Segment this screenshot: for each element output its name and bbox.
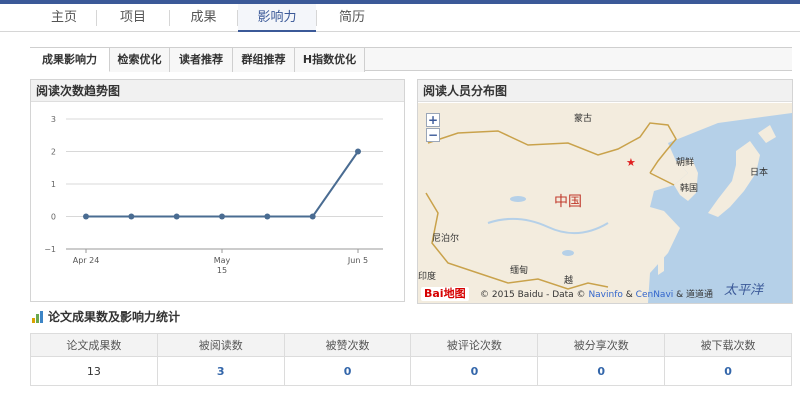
header-download-count: 被下载次数 — [664, 333, 792, 357]
copyright-amp: & — [625, 290, 633, 300]
map-label-myanmar: 缅甸 — [510, 266, 529, 276]
chart-y-tick-label: 3 — [51, 115, 56, 124]
stats-title: 论文成果数及影响力统计 — [48, 310, 181, 324]
map-label-pacific: 太平洋 — [724, 283, 764, 298]
lake — [510, 196, 526, 202]
chart-data-point — [219, 213, 225, 220]
header-share-count: 被分享次数 — [537, 333, 666, 357]
map-copyright: © 2015 Baidu - Data © Navinfo & CenNavi … — [480, 287, 713, 300]
map-label-mongolia: 蒙古 — [574, 114, 593, 124]
chart-x-tick-label: Jun 5 — [347, 256, 368, 265]
chart-x-tick-label: 15 — [217, 266, 227, 275]
tab-h-index-optimization[interactable]: H指数优化 — [295, 47, 365, 72]
chart-data-point — [309, 213, 316, 220]
nav-resume[interactable]: 简历 — [317, 4, 387, 32]
copyright-suffix: & 道道通 — [676, 290, 714, 300]
baidu-map-logo[interactable]: Bai地图 — [421, 287, 469, 301]
cennavi-link[interactable]: CenNavi — [636, 290, 674, 300]
header-read-count: 被阅读数 — [156, 333, 285, 357]
map-label-nepal: 尼泊尔 — [432, 234, 460, 244]
lake — [562, 250, 574, 256]
value-read-count[interactable]: 3 — [156, 356, 285, 386]
chart-x-tick-label: Apr 24 — [73, 256, 100, 265]
zoom-out-button[interactable]: − — [426, 128, 440, 142]
reading-trend-title: 阅读次数趋势图 — [31, 80, 404, 102]
reader-location-marker: ★ — [626, 156, 636, 169]
nav-projects[interactable]: 项目 — [97, 4, 169, 32]
nav-results[interactable]: 成果 — [170, 4, 237, 32]
header-paper-count: 论文成果数 — [30, 333, 158, 357]
zoom-in-button[interactable]: + — [426, 113, 440, 127]
chart-x-tick-label: May — [214, 256, 231, 265]
header-like-count: 被赞次数 — [283, 333, 412, 357]
chart-y-tick-label: 0 — [51, 213, 56, 222]
chart-y-tick-label: 1 — [51, 180, 56, 189]
influence-subtabs: 成果影响力 检索优化 读者推荐 群组推荐 H指数优化 — [30, 47, 792, 72]
stats-value-row: 13 3 0 0 0 0 — [30, 356, 792, 386]
map-label-vietnam: 越 — [564, 276, 574, 286]
main-nav: 主页 项目 成果 影响力 简历 — [0, 4, 800, 32]
value-comment-count[interactable]: 0 — [410, 356, 539, 386]
reader-map-panel: 阅读人员分布图 ★ + − 蒙古 中国 朝鲜 韩国 日本 尼泊尔 印度 缅甸 越… — [417, 79, 793, 304]
stats-header-row: 论文成果数 被阅读数 被赞次数 被评论次数 被分享次数 被下载次数 — [30, 333, 792, 357]
reader-map[interactable]: ★ + − 蒙古 中国 朝鲜 韩国 日本 尼泊尔 印度 缅甸 越 太平洋 Bai… — [418, 103, 792, 303]
map-canvas: ★ — [418, 103, 792, 303]
chart-data-point — [264, 213, 271, 220]
nav-influence[interactable]: 影响力 — [238, 4, 316, 32]
map-label-india: 印度 — [418, 272, 437, 282]
reader-map-title: 阅读人员分布图 — [418, 80, 792, 102]
value-like-count[interactable]: 0 — [283, 356, 412, 386]
reading-trend-chart: 3 2 1 0 −1 Apr 24 May15 Jun 5 — [44, 115, 383, 275]
tab-reader-recommendation[interactable]: 读者推荐 — [170, 47, 233, 72]
chart-data-point — [83, 213, 89, 220]
map-label-dprk: 朝鲜 — [676, 158, 695, 168]
value-download-count[interactable]: 0 — [664, 356, 792, 386]
bar-chart-icon — [32, 311, 43, 323]
value-paper-count: 13 — [30, 356, 158, 386]
chart-data-point — [355, 148, 361, 155]
map-label-korea: 韩国 — [680, 184, 699, 194]
tab-result-influence[interactable]: 成果影响力 — [30, 47, 110, 72]
tab-search-optimization[interactable]: 检索优化 — [110, 47, 170, 72]
stats-table: 论文成果数 被阅读数 被赞次数 被评论次数 被分享次数 被下载次数 13 3 0… — [30, 333, 792, 386]
reading-trend-panel: 阅读次数趋势图 3 2 1 0 −1 Apr 24 May 15 Jun 5 — [30, 79, 405, 302]
copyright-prefix: © 2015 Baidu - Data © — [480, 290, 586, 300]
chart-data-point — [128, 213, 135, 220]
navinfo-link[interactable]: Navinfo — [588, 290, 622, 300]
map-label-japan: 日本 — [750, 168, 769, 178]
chart-data-point — [173, 213, 180, 220]
value-share-count[interactable]: 0 — [537, 356, 666, 386]
tab-group-recommendation[interactable]: 群组推荐 — [233, 47, 295, 72]
map-label-china: 中国 — [554, 194, 582, 210]
chart-y-tick-label: −1 — [44, 245, 56, 254]
nav-home[interactable]: 主页 — [32, 4, 96, 32]
header-comment-count: 被评论次数 — [410, 333, 539, 357]
chart-y-tick-label: 2 — [51, 148, 56, 157]
